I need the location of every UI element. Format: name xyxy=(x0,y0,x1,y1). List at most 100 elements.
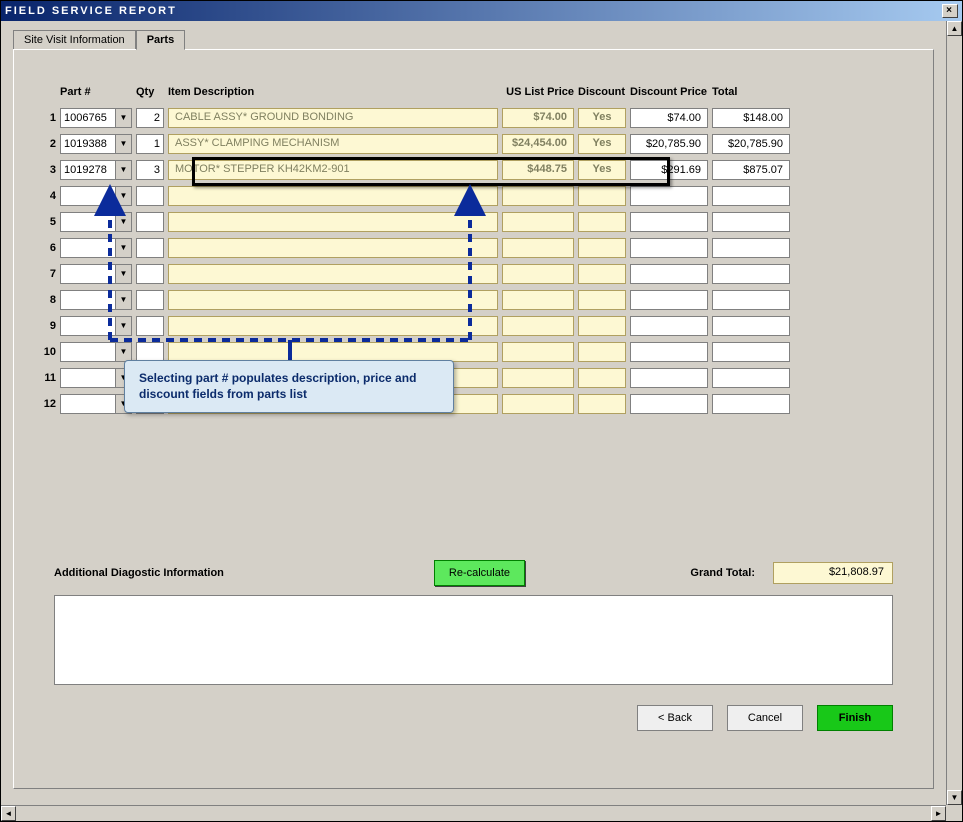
discount-price-input[interactable] xyxy=(630,134,708,154)
close-button[interactable]: × xyxy=(942,4,958,18)
discount-price-input[interactable] xyxy=(630,368,708,388)
list-price-field xyxy=(502,186,574,206)
total-input[interactable] xyxy=(712,264,790,284)
discount-price-input[interactable] xyxy=(630,316,708,336)
tab-site-visit[interactable]: Site Visit Information xyxy=(13,30,136,50)
tab-parts[interactable]: Parts xyxy=(136,30,186,50)
total-input[interactable] xyxy=(712,160,790,180)
discount-price-input[interactable] xyxy=(630,160,708,180)
chevron-down-icon[interactable]: ▼ xyxy=(115,265,131,283)
table-row: 3 ▼ MOTOR* STEPPER KH42KM2-901 $448.75 Y… xyxy=(38,160,790,180)
total-input[interactable] xyxy=(712,134,790,154)
part-input[interactable] xyxy=(61,161,115,179)
qty-input[interactable] xyxy=(136,186,164,206)
part-combo[interactable]: ▼ xyxy=(60,212,132,232)
total-input[interactable] xyxy=(712,238,790,258)
grand-total-value: $21,808.97 xyxy=(773,562,893,584)
part-input[interactable] xyxy=(61,265,115,283)
list-price-field xyxy=(502,316,574,336)
hdr-discount: Discount xyxy=(578,86,626,102)
total-input[interactable] xyxy=(712,342,790,362)
part-combo[interactable]: ▼ xyxy=(60,264,132,284)
part-combo[interactable]: ▼ xyxy=(60,394,132,414)
part-combo[interactable]: ▼ xyxy=(60,108,132,128)
part-input[interactable] xyxy=(61,291,115,309)
chevron-down-icon[interactable]: ▼ xyxy=(115,135,131,153)
part-input[interactable] xyxy=(61,343,115,361)
discount-price-input[interactable] xyxy=(630,186,708,206)
finish-button[interactable]: Finish xyxy=(817,705,893,731)
chevron-down-icon[interactable]: ▼ xyxy=(115,109,131,127)
qty-input[interactable] xyxy=(136,342,164,362)
part-input[interactable] xyxy=(61,135,115,153)
total-input[interactable] xyxy=(712,290,790,310)
part-input[interactable] xyxy=(61,395,115,413)
chevron-down-icon[interactable]: ▼ xyxy=(115,213,131,231)
table-row: 8 ▼ xyxy=(38,290,790,310)
part-combo[interactable]: ▼ xyxy=(60,342,132,362)
qty-input[interactable] xyxy=(136,212,164,232)
total-input[interactable] xyxy=(712,108,790,128)
horizontal-scrollbar[interactable]: ◄ ► xyxy=(1,805,946,821)
part-input[interactable] xyxy=(61,369,115,387)
discount-price-input[interactable] xyxy=(630,108,708,128)
part-combo[interactable]: ▼ xyxy=(60,290,132,310)
part-combo[interactable]: ▼ xyxy=(60,186,132,206)
discount-price-input[interactable] xyxy=(630,212,708,232)
cancel-button[interactable]: Cancel xyxy=(727,705,803,731)
part-input[interactable] xyxy=(61,317,115,335)
chevron-down-icon[interactable]: ▼ xyxy=(115,239,131,257)
discount-field xyxy=(578,316,626,336)
chevron-down-icon[interactable]: ▼ xyxy=(115,317,131,335)
qty-input[interactable] xyxy=(136,264,164,284)
discount-price-input[interactable] xyxy=(630,264,708,284)
part-input[interactable] xyxy=(61,109,115,127)
chevron-down-icon[interactable]: ▼ xyxy=(115,161,131,179)
chevron-down-icon[interactable]: ▼ xyxy=(115,291,131,309)
list-price-field: $448.75 xyxy=(502,160,574,180)
qty-input[interactable] xyxy=(136,134,164,154)
row-number: 9 xyxy=(38,316,56,336)
qty-input[interactable] xyxy=(136,238,164,258)
part-combo[interactable]: ▼ xyxy=(60,238,132,258)
vertical-scrollbar[interactable]: ▲ ▼ xyxy=(946,21,962,805)
scroll-right-icon[interactable]: ► xyxy=(931,806,946,821)
part-combo[interactable]: ▼ xyxy=(60,134,132,154)
part-combo[interactable]: ▼ xyxy=(60,316,132,336)
qty-input[interactable] xyxy=(136,160,164,180)
discount-price-input[interactable] xyxy=(630,238,708,258)
back-button[interactable]: < Back xyxy=(637,705,713,731)
total-input[interactable] xyxy=(712,394,790,414)
table-row: 1 ▼ CABLE ASSY* GROUND BONDING $74.00 Ye… xyxy=(38,108,790,128)
part-input[interactable] xyxy=(61,239,115,257)
row-number: 6 xyxy=(38,238,56,258)
part-combo[interactable]: ▼ xyxy=(60,160,132,180)
discount-price-input[interactable] xyxy=(630,290,708,310)
discount-price-input[interactable] xyxy=(630,342,708,362)
list-price-field: $74.00 xyxy=(502,108,574,128)
qty-input[interactable] xyxy=(136,316,164,336)
total-input[interactable] xyxy=(712,316,790,336)
list-price-field xyxy=(502,238,574,258)
part-input[interactable] xyxy=(61,213,115,231)
scroll-down-icon[interactable]: ▼ xyxy=(947,790,962,805)
scroll-left-icon[interactable]: ◄ xyxy=(1,806,16,821)
part-input[interactable] xyxy=(61,187,115,205)
diagnostic-textarea[interactable] xyxy=(54,595,893,685)
total-input[interactable] xyxy=(712,212,790,232)
qty-input[interactable] xyxy=(136,290,164,310)
scroll-up-icon[interactable]: ▲ xyxy=(947,21,962,36)
discount-field xyxy=(578,186,626,206)
discount-price-input[interactable] xyxy=(630,394,708,414)
list-price-field xyxy=(502,290,574,310)
total-input[interactable] xyxy=(712,186,790,206)
recalculate-button[interactable]: Re-calculate xyxy=(434,560,525,586)
total-input[interactable] xyxy=(712,368,790,388)
description-field: ASSY* CLAMPING MECHANISM xyxy=(168,134,498,154)
part-combo[interactable]: ▼ xyxy=(60,368,132,388)
discount-field xyxy=(578,238,626,258)
row-number: 4 xyxy=(38,186,56,206)
chevron-down-icon[interactable]: ▼ xyxy=(115,187,131,205)
chevron-down-icon[interactable]: ▼ xyxy=(115,343,131,361)
qty-input[interactable] xyxy=(136,108,164,128)
